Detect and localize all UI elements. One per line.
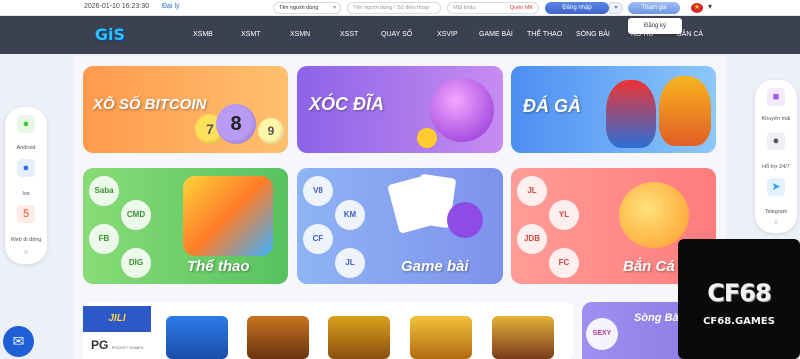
xoc-dia-bowl-icon <box>430 78 494 142</box>
nav-item-game-bai[interactable]: GAME BÀI <box>479 31 513 38</box>
close-icon[interactable]: × <box>5 248 47 257</box>
provider-jdb[interactable]: JDB <box>517 224 547 254</box>
pg-label: PG <box>91 338 109 352</box>
username-select[interactable]: Tên người dùng ▾ <box>273 2 341 14</box>
join-button[interactable]: Tham gia <box>628 2 680 14</box>
datetime-display: 2026-01-10 16:23:30 <box>84 3 149 10</box>
xoc-dia-card[interactable]: XÓC ĐĨA <box>297 66 503 153</box>
ios-label: Ios <box>22 191 30 197</box>
provider-yl[interactable]: YL <box>549 200 579 230</box>
web-mobile-label: Web di động <box>10 237 42 243</box>
vietnam-flag-icon[interactable]: ★ <box>691 3 703 13</box>
casino-title: Sòng Bài <box>634 312 682 324</box>
provider-cf[interactable]: CF <box>303 224 333 254</box>
slot-game-thumb[interactable] <box>410 316 472 359</box>
sports-title: Thể thao <box>187 258 250 275</box>
agent-link[interactable]: Đại lý <box>162 3 180 10</box>
sports-card[interactable]: Saba CMD FB DIG Thể thao <box>83 168 288 284</box>
watermark-domain-text: CF68.GAMES <box>703 316 775 327</box>
coin-icon <box>417 128 437 148</box>
nav-item-quay-so[interactable]: QUAY SỐ <box>381 31 412 38</box>
fishing-title: Bắn Cá <box>623 258 675 275</box>
login-dropdown-button[interactable]: ▾ <box>609 2 623 14</box>
lottery-ball-9: 9 <box>258 118 284 144</box>
watermark-logo-text: CF68 <box>707 279 771 307</box>
nav-item-song-bai[interactable]: SÒNG BÀI <box>576 31 610 38</box>
provider-dig[interactable]: DIG <box>121 248 151 278</box>
provider-jl[interactable]: JL <box>335 248 365 278</box>
slot-game-thumb[interactable] <box>492 316 554 359</box>
club-chip-icon <box>447 202 483 238</box>
signup-popup-button[interactable]: Đăng ký <box>628 18 682 34</box>
puffer-fish-icon <box>619 182 689 248</box>
telegram-icon[interactable]: ➤ <box>767 178 785 196</box>
password-placeholder: Mật khẩu <box>453 5 476 11</box>
telegram-label: Telegram <box>764 209 788 215</box>
slot-game-thumb[interactable] <box>166 316 228 359</box>
username-input[interactable]: Tên người dùng / Số điện thoại <box>347 2 441 14</box>
gift-icon[interactable]: ■ <box>767 88 785 106</box>
app-download-panel: ● Android ● Ios 5 Web di động × <box>5 107 47 264</box>
rooster-left-icon <box>606 80 656 148</box>
provider-v8[interactable]: V8 <box>303 176 333 206</box>
login-button[interactable]: Đăng nhập <box>545 2 609 14</box>
close-icon[interactable]: × <box>755 218 797 227</box>
nav-item-xsmt[interactable]: XSMT <box>241 31 260 38</box>
nav-item-xsmb[interactable]: XSMB <box>193 31 213 38</box>
support-panel: ■ Khuyến mãi ● Hỗ trợ 24/7 ➤ Telegram × <box>755 80 797 233</box>
chevron-down-icon: ▾ <box>333 5 336 11</box>
nav-item-xsvip[interactable]: XSVIP <box>437 31 458 38</box>
site-logo[interactable]: GiS <box>88 20 132 50</box>
provider-jili-tab[interactable]: JILI <box>83 306 151 332</box>
card-games-title: Game bài <box>401 258 469 275</box>
support-label: Hỗ trợ 24/7 <box>762 164 790 170</box>
provider-fb[interactable]: FB <box>89 224 119 254</box>
provider-fc[interactable]: FC <box>549 248 579 278</box>
android-label: Android <box>16 145 36 151</box>
provider-pg-tab[interactable]: PG POCKET GAMES <box>83 332 151 359</box>
provider-cmd[interactable]: CMD <box>121 200 151 230</box>
cockfight-title: ĐÁ GÀ <box>523 96 581 116</box>
nav-item-xsmn[interactable]: XSMN <box>290 31 310 38</box>
slot-game-thumb[interactable] <box>328 316 390 359</box>
apple-icon[interactable]: ● <box>17 159 35 177</box>
password-input[interactable]: Mật khẩu Quên MK <box>447 2 539 14</box>
nav-item-xsst[interactable]: XSST <box>340 31 358 38</box>
chat-icon[interactable]: ✉ <box>3 326 34 357</box>
lottery-title: XỔ SỐ BITCOIN <box>93 96 207 113</box>
support-icon[interactable]: ● <box>767 132 785 150</box>
slot-game-thumb[interactable] <box>247 316 309 359</box>
android-icon[interactable]: ● <box>17 115 35 133</box>
forgot-password-link[interactable]: Quên MK <box>510 3 533 13</box>
promotion-label: Khuyến mãi <box>761 116 791 122</box>
username-select-label: Tên người dùng <box>279 5 319 11</box>
provider-saba[interactable]: Saba <box>89 176 119 206</box>
lottery-bitcoin-card[interactable]: XỔ SỐ BITCOIN 7 8 9 <box>83 66 288 153</box>
trophy-ball-icon <box>183 176 273 256</box>
nav-item-the-thao[interactable]: THỂ THAO <box>527 31 562 38</box>
provider-km[interactable]: KM <box>335 200 365 230</box>
chevron-down-icon: ▾ <box>614 5 618 11</box>
rooster-right-icon <box>659 76 711 146</box>
html5-icon[interactable]: 5 <box>17 205 35 223</box>
provider-sexy[interactable]: SEXY <box>586 318 618 350</box>
top-bar: 2026-01-10 16:23:30 Đại lý Tên người dùn… <box>0 0 800 16</box>
provider-jl-fish[interactable]: JL <box>517 176 547 206</box>
xoc-dia-title: XÓC ĐĨA <box>309 94 385 114</box>
cockfight-card[interactable]: ĐÁ GÀ <box>511 66 716 153</box>
pg-sub-label: POCKET GAMES <box>111 345 144 350</box>
lottery-ball-8: 8 <box>216 104 256 144</box>
language-chevron-icon[interactable]: ▾ <box>708 2 712 11</box>
card-games-card[interactable]: V8 KM CF JL Game bài <box>297 168 503 284</box>
